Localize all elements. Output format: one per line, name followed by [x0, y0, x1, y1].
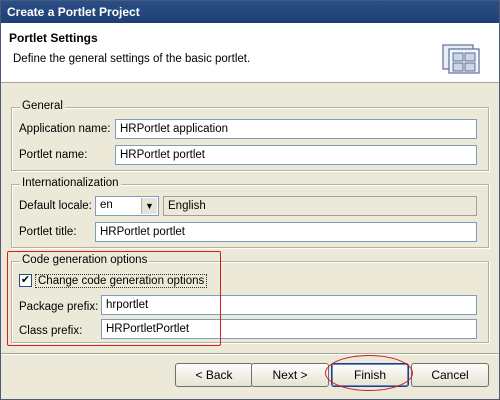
- portlet-name-label: Portlet name:: [19, 149, 88, 161]
- window-title: Create a Portlet Project: [7, 5, 140, 19]
- title-bar[interactable]: Create a Portlet Project: [1, 1, 499, 23]
- dialog-window: Create a Portlet Project Portlet Setting…: [0, 0, 500, 400]
- page-description: Define the general settings of the basic…: [13, 53, 251, 65]
- finish-button-label: Finish: [353, 368, 386, 382]
- next-button-label: Next >: [272, 368, 308, 382]
- cancel-button-label: Cancel: [431, 368, 469, 382]
- wizard-header: Portlet Settings Define the general sett…: [1, 23, 499, 83]
- next-button[interactable]: Next >: [251, 363, 329, 387]
- application-name-field[interactable]: HRPortlet application: [115, 119, 477, 139]
- footer-separator: [1, 353, 499, 354]
- internationalization-legend: Internationalization: [20, 177, 121, 189]
- package-prefix-field[interactable]: hrportlet: [101, 295, 477, 315]
- portlet-wizard-icon: [442, 44, 480, 74]
- code-generation-legend: Code generation options: [20, 254, 150, 266]
- change-code-generation-label[interactable]: Change code generation options: [35, 274, 208, 288]
- class-prefix-field[interactable]: HRPortletPortlet: [101, 319, 477, 339]
- portlet-title-label: Portlet title:: [19, 226, 77, 238]
- locale-dropdown-value: en: [100, 199, 113, 211]
- chevron-down-icon[interactable]: ▼: [141, 198, 157, 214]
- cancel-button[interactable]: Cancel: [411, 363, 489, 387]
- package-prefix-label: Package prefix:: [19, 301, 99, 313]
- general-legend: General: [20, 100, 65, 112]
- finish-button[interactable]: Finish: [331, 363, 409, 387]
- back-button-label: < Back: [195, 368, 233, 382]
- back-button[interactable]: < Back: [175, 363, 253, 387]
- locale-display-field: English: [163, 196, 477, 216]
- portlet-title-field[interactable]: HRPortlet portlet: [95, 222, 477, 242]
- default-locale-label: Default locale:: [19, 200, 92, 212]
- application-name-label: Application name:: [19, 123, 111, 135]
- portlet-name-field[interactable]: HRPortlet portlet: [115, 145, 477, 165]
- checkmark-icon: ✔: [20, 274, 31, 286]
- class-prefix-label: Class prefix:: [19, 325, 83, 337]
- page-title: Portlet Settings: [9, 31, 98, 45]
- locale-dropdown[interactable]: en ▼: [95, 196, 159, 216]
- change-code-generation-checkbox[interactable]: ✔: [19, 274, 32, 287]
